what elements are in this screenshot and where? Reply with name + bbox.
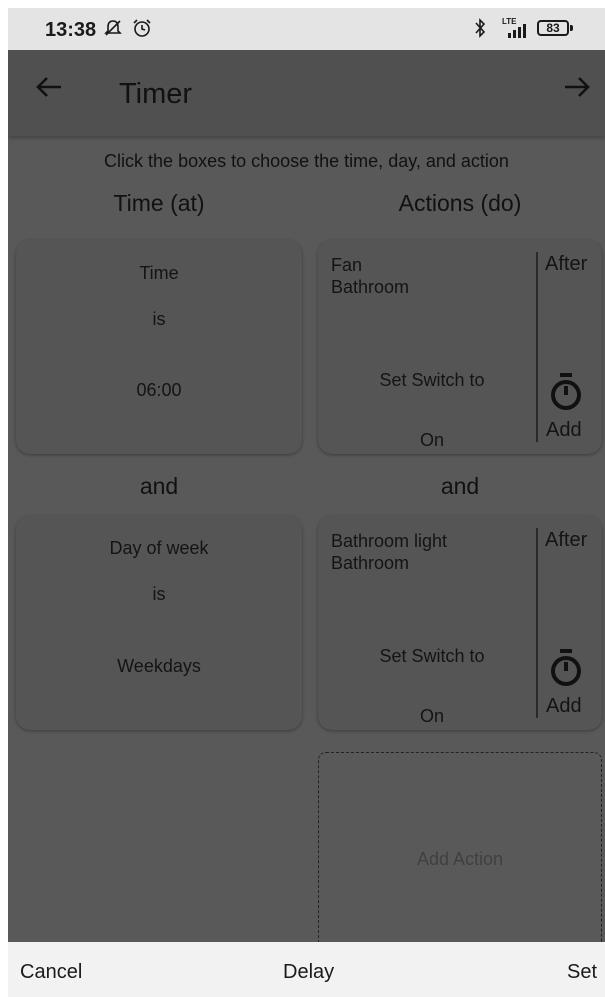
- add-delay-button[interactable]: Add: [546, 419, 582, 442]
- condition-value: 06:00: [136, 380, 182, 400]
- divider: [536, 528, 538, 718]
- action-device-room: Bathroom: [331, 553, 410, 573]
- condition-subject: Day of week: [109, 538, 209, 558]
- add-action-button[interactable]: Add Action: [318, 752, 602, 942]
- set-button[interactable]: Set: [567, 961, 597, 984]
- notification-off-icon: [103, 18, 123, 44]
- action-state: On: [419, 430, 444, 450]
- arrow-right-icon[interactable]: [562, 72, 592, 108]
- condition-card-day[interactable]: Day of week is Weekdays: [16, 516, 302, 730]
- action-device-name: Bathroom light: [331, 531, 448, 551]
- condition-operator: is: [152, 584, 166, 604]
- action-device-name: Fan: [331, 255, 363, 275]
- page-title: Timer: [119, 78, 193, 110]
- bottom-action-bar: Cancel Delay Set: [8, 942, 605, 997]
- stopwatch-icon[interactable]: [548, 372, 586, 416]
- battery-level: 83: [537, 20, 569, 36]
- instructions-text: Click the boxes to choose the time, day,…: [104, 151, 509, 171]
- add-delay-button[interactable]: Add: [546, 695, 582, 718]
- arrow-left-icon[interactable]: [34, 72, 64, 108]
- after-label[interactable]: After: [545, 529, 587, 552]
- timer-screen: Timer Click the boxes to choose the time…: [8, 50, 605, 942]
- condition-operator: is: [152, 309, 166, 329]
- after-label[interactable]: After: [545, 253, 587, 276]
- action-device-room: Bathroom: [331, 277, 410, 297]
- action-state: On: [419, 706, 444, 726]
- phone-screen: 13:38 LTE 83 Timer Click the boxes to ch…: [8, 8, 605, 997]
- status-time: 13:38: [45, 19, 97, 41]
- action-card-bathroom-light[interactable]: Bathroom light Bathroom After Set Switch…: [318, 516, 602, 730]
- divider: [536, 252, 538, 442]
- add-action-label: Add Action: [416, 849, 504, 869]
- app-bar: Timer: [8, 50, 605, 136]
- cancel-button[interactable]: Cancel: [20, 961, 82, 984]
- action-device: Fan Bathroom: [331, 254, 409, 298]
- action-command: Set Switch to: [379, 646, 485, 666]
- and-connector: and: [139, 473, 179, 499]
- and-connector: and: [440, 473, 480, 499]
- lte-signal-icon: [508, 22, 530, 38]
- conditions-header: Time (at): [113, 190, 205, 216]
- alarm-icon: [132, 18, 152, 44]
- battery-icon: [570, 25, 573, 31]
- action-command: Set Switch to: [379, 370, 485, 390]
- action-card-fan[interactable]: Fan Bathroom After Set Switch to On Add: [318, 240, 602, 454]
- bluetooth-icon: [473, 18, 487, 44]
- condition-subject: Time: [139, 263, 179, 283]
- delay-button[interactable]: Delay: [283, 961, 334, 984]
- condition-value: Weekdays: [117, 656, 201, 676]
- condition-card-time[interactable]: Time is 06:00: [16, 240, 302, 454]
- actions-header: Actions (do): [398, 190, 522, 216]
- status-bar: 13:38 LTE 83: [8, 8, 605, 50]
- action-device: Bathroom light Bathroom: [331, 530, 447, 574]
- stopwatch-icon[interactable]: [548, 648, 586, 692]
